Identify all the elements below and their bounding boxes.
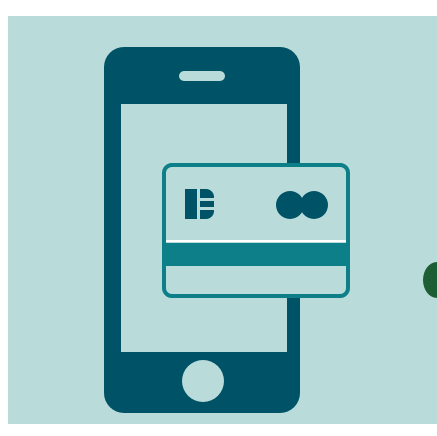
mobile-payment-illustration xyxy=(104,47,437,413)
home-button-icon xyxy=(182,360,224,402)
illustration-canvas xyxy=(0,0,437,436)
card-outer-frame xyxy=(162,163,350,298)
card-magnetic-stripe xyxy=(166,243,346,266)
credit-card-icon xyxy=(162,163,350,298)
speaker-slot-icon xyxy=(179,71,225,81)
accent-dot xyxy=(423,262,437,298)
